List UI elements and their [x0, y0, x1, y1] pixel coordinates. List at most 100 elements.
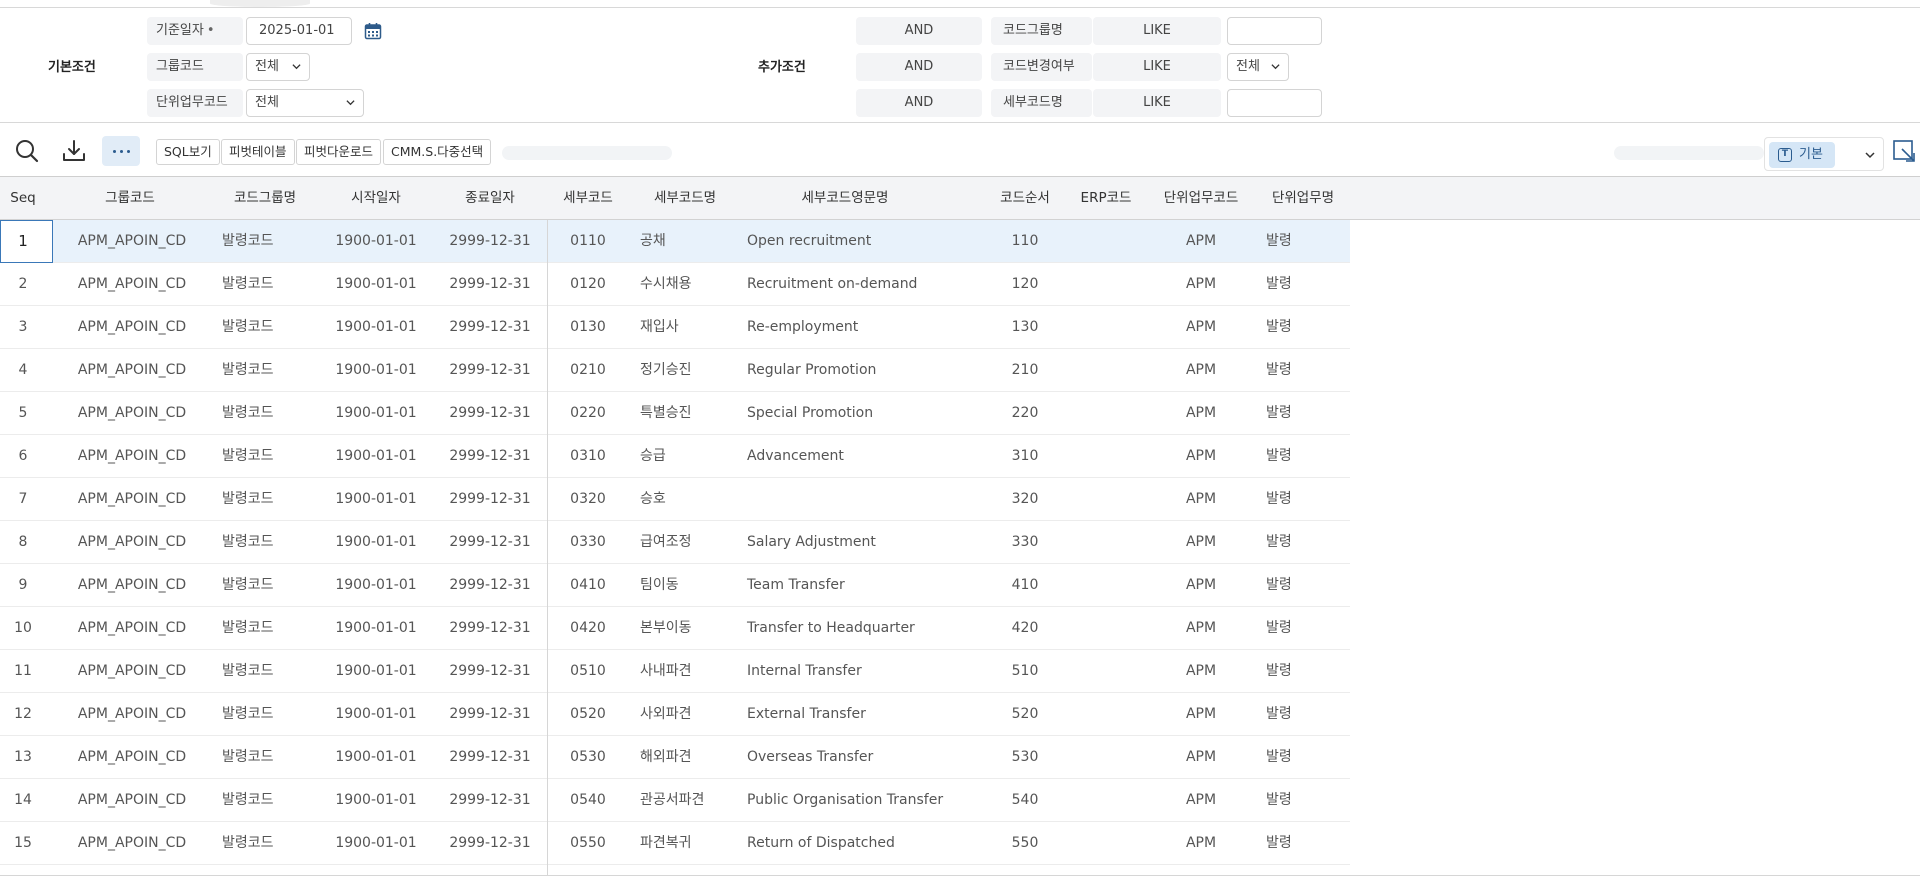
cell-start-date[interactable]: 1900-01-01	[326, 220, 426, 263]
cell-start-date[interactable]: 1900-01-01	[326, 435, 426, 478]
cell-seq[interactable]: 10	[0, 607, 46, 650]
cell-start-date[interactable]: 1900-01-01	[326, 392, 426, 435]
cell-seq[interactable]: 11	[0, 650, 46, 693]
cell-group-code[interactable]: APM_APOIN_CD	[72, 521, 192, 564]
cell-code-order[interactable]: 410	[985, 564, 1065, 607]
cell-code-order[interactable]: 330	[985, 521, 1065, 564]
cell-unit-task-code[interactable]: APM	[1150, 650, 1252, 693]
cell-detail-code-name[interactable]: 사내파견	[640, 650, 730, 693]
cell-code-order[interactable]: 310	[985, 435, 1065, 478]
cell-end-date[interactable]: 2999-12-31	[440, 306, 540, 349]
cell-detail-code[interactable]: 0420	[548, 607, 628, 650]
cell-end-date[interactable]: 2999-12-31	[440, 478, 540, 521]
cell-code-group-name[interactable]: 발령코드	[222, 650, 274, 693]
cell-seq[interactable]: 2	[0, 263, 46, 306]
cell-unit-task-name[interactable]: 발령	[1266, 263, 1326, 306]
cell-erp-code[interactable]	[1066, 306, 1146, 349]
cell-code-group-name[interactable]: 발령코드	[222, 779, 274, 822]
cell-code-order[interactable]: 130	[985, 306, 1065, 349]
cell-unit-task-code[interactable]: APM	[1150, 263, 1252, 306]
table-row[interactable]: 1 APM_APOIN_CD 발령코드 1900-01-01 2999-12-31 011…	[0, 220, 1350, 263]
more-button[interactable]	[102, 136, 140, 166]
cell-detail-code-english-name[interactable]: Regular Promotion	[747, 349, 967, 392]
cell-unit-task-name[interactable]: 발령	[1266, 736, 1326, 779]
cell-code-order[interactable]: 550	[985, 822, 1065, 865]
cell-unit-task-name[interactable]: 발령	[1266, 392, 1326, 435]
cell-group-code[interactable]: APM_APOIN_CD	[72, 736, 192, 779]
table-row[interactable]: 14 APM_APOIN_CD 발령코드 1900-01-01 2999-12-31 05…	[0, 779, 1350, 822]
cell-code-group-name[interactable]: 발령코드	[222, 306, 274, 349]
cell-detail-code-english-name[interactable]: Return of Dispatched	[747, 822, 967, 865]
cell-group-code[interactable]: APM_APOIN_CD	[72, 478, 192, 521]
cell-code-order[interactable]: 320	[985, 478, 1065, 521]
cell-group-code[interactable]: APM_APOIN_CD	[72, 349, 192, 392]
cell-end-date[interactable]: 2999-12-31	[440, 822, 540, 865]
extra-cmp-1[interactable]: LIKE	[1093, 17, 1221, 45]
cell-seq[interactable]: 4	[0, 349, 46, 392]
cell-unit-task-name[interactable]: 발령	[1266, 779, 1326, 822]
cell-start-date[interactable]: 1900-01-01	[326, 478, 426, 521]
cell-group-code[interactable]: APM_APOIN_CD	[72, 220, 192, 263]
cell-unit-task-name[interactable]: 발령	[1266, 693, 1326, 736]
pivot-download-button[interactable]: 피벗다운로드	[296, 139, 382, 165]
cell-detail-code-name[interactable]: 사외파견	[640, 693, 730, 736]
cell-unit-task-name[interactable]: 발령	[1266, 521, 1326, 564]
cell-seq[interactable]: 12	[0, 693, 46, 736]
cell-end-date[interactable]: 2999-12-31	[440, 435, 540, 478]
cell-code-group-name[interactable]: 발령코드	[222, 349, 274, 392]
cell-detail-code-name[interactable]: 파견복귀	[640, 822, 730, 865]
cell-detail-code-english-name[interactable]: Team Transfer	[747, 564, 967, 607]
cell-unit-task-name[interactable]: 발령	[1266, 478, 1326, 521]
cell-code-order[interactable]: 220	[985, 392, 1065, 435]
cell-code-group-name[interactable]: 발령코드	[222, 435, 274, 478]
table-row[interactable]: 7 APM_APOIN_CD 발령코드 1900-01-01 2999-12-31 032…	[0, 478, 1350, 521]
cell-erp-code[interactable]	[1066, 736, 1146, 779]
cell-detail-code-english-name[interactable]: Salary Adjustment	[747, 521, 967, 564]
cell-unit-task-code[interactable]: APM	[1150, 435, 1252, 478]
cell-seq[interactable]: 15	[0, 822, 46, 865]
search-button[interactable]	[12, 136, 42, 166]
cell-detail-code-english-name[interactable]	[747, 478, 967, 521]
cell-detail-code[interactable]: 0130	[548, 306, 628, 349]
header-unit-task-code[interactable]: 단위업무코드	[1150, 177, 1252, 220]
cell-start-date[interactable]: 1900-01-01	[326, 521, 426, 564]
cell-code-group-name[interactable]: 발령코드	[222, 263, 274, 306]
header-code-group-name[interactable]: 코드그룹명	[215, 177, 315, 220]
cell-unit-task-code[interactable]: APM	[1150, 564, 1252, 607]
cell-unit-task-code[interactable]: APM	[1150, 779, 1252, 822]
cell-detail-code-name[interactable]: 공채	[640, 220, 730, 263]
cell-detail-code-name[interactable]: 재입사	[640, 306, 730, 349]
cell-code-group-name[interactable]: 발령코드	[222, 478, 274, 521]
cell-erp-code[interactable]	[1066, 779, 1146, 822]
cell-group-code[interactable]: APM_APOIN_CD	[72, 392, 192, 435]
sql-view-button[interactable]: SQL보기	[156, 139, 220, 165]
extra-op-2[interactable]: AND	[856, 53, 982, 81]
cell-detail-code-name[interactable]: 정기승진	[640, 349, 730, 392]
cell-start-date[interactable]: 1900-01-01	[326, 693, 426, 736]
cell-seq[interactable]: 9	[0, 564, 46, 607]
cell-code-order[interactable]: 520	[985, 693, 1065, 736]
cell-unit-task-name[interactable]: 발령	[1266, 306, 1326, 349]
cell-detail-code[interactable]: 0210	[548, 349, 628, 392]
detail-code-name-input[interactable]	[1227, 89, 1322, 117]
cell-unit-task-code[interactable]: APM	[1150, 693, 1252, 736]
cell-end-date[interactable]: 2999-12-31	[440, 263, 540, 306]
cell-unit-task-code[interactable]: APM	[1150, 220, 1252, 263]
header-erp-code[interactable]: ERP코드	[1066, 177, 1146, 220]
table-row[interactable]: 11 APM_APOIN_CD 발령코드 1900-01-01 2999-12-31 05…	[0, 650, 1350, 693]
cell-seq[interactable]: 8	[0, 521, 46, 564]
cell-end-date[interactable]: 2999-12-31	[440, 607, 540, 650]
cell-unit-task-name[interactable]: 발령	[1266, 349, 1326, 392]
cell-detail-code-english-name[interactable]: Open recruitment	[747, 220, 967, 263]
table-row[interactable]: 5 APM_APOIN_CD 발령코드 1900-01-01 2999-12-31 022…	[0, 392, 1350, 435]
cell-code-group-name[interactable]: 발령코드	[222, 736, 274, 779]
cell-erp-code[interactable]	[1066, 650, 1146, 693]
cell-group-code[interactable]: APM_APOIN_CD	[72, 822, 192, 865]
cell-erp-code[interactable]	[1066, 693, 1146, 736]
cell-code-group-name[interactable]: 발령코드	[222, 521, 274, 564]
extra-cmp-2[interactable]: LIKE	[1093, 53, 1221, 81]
cell-unit-task-name[interactable]: 발령	[1266, 564, 1326, 607]
calendar-icon[interactable]	[364, 22, 382, 40]
code-group-name-input[interactable]	[1227, 17, 1322, 45]
cell-unit-task-code[interactable]: APM	[1150, 349, 1252, 392]
